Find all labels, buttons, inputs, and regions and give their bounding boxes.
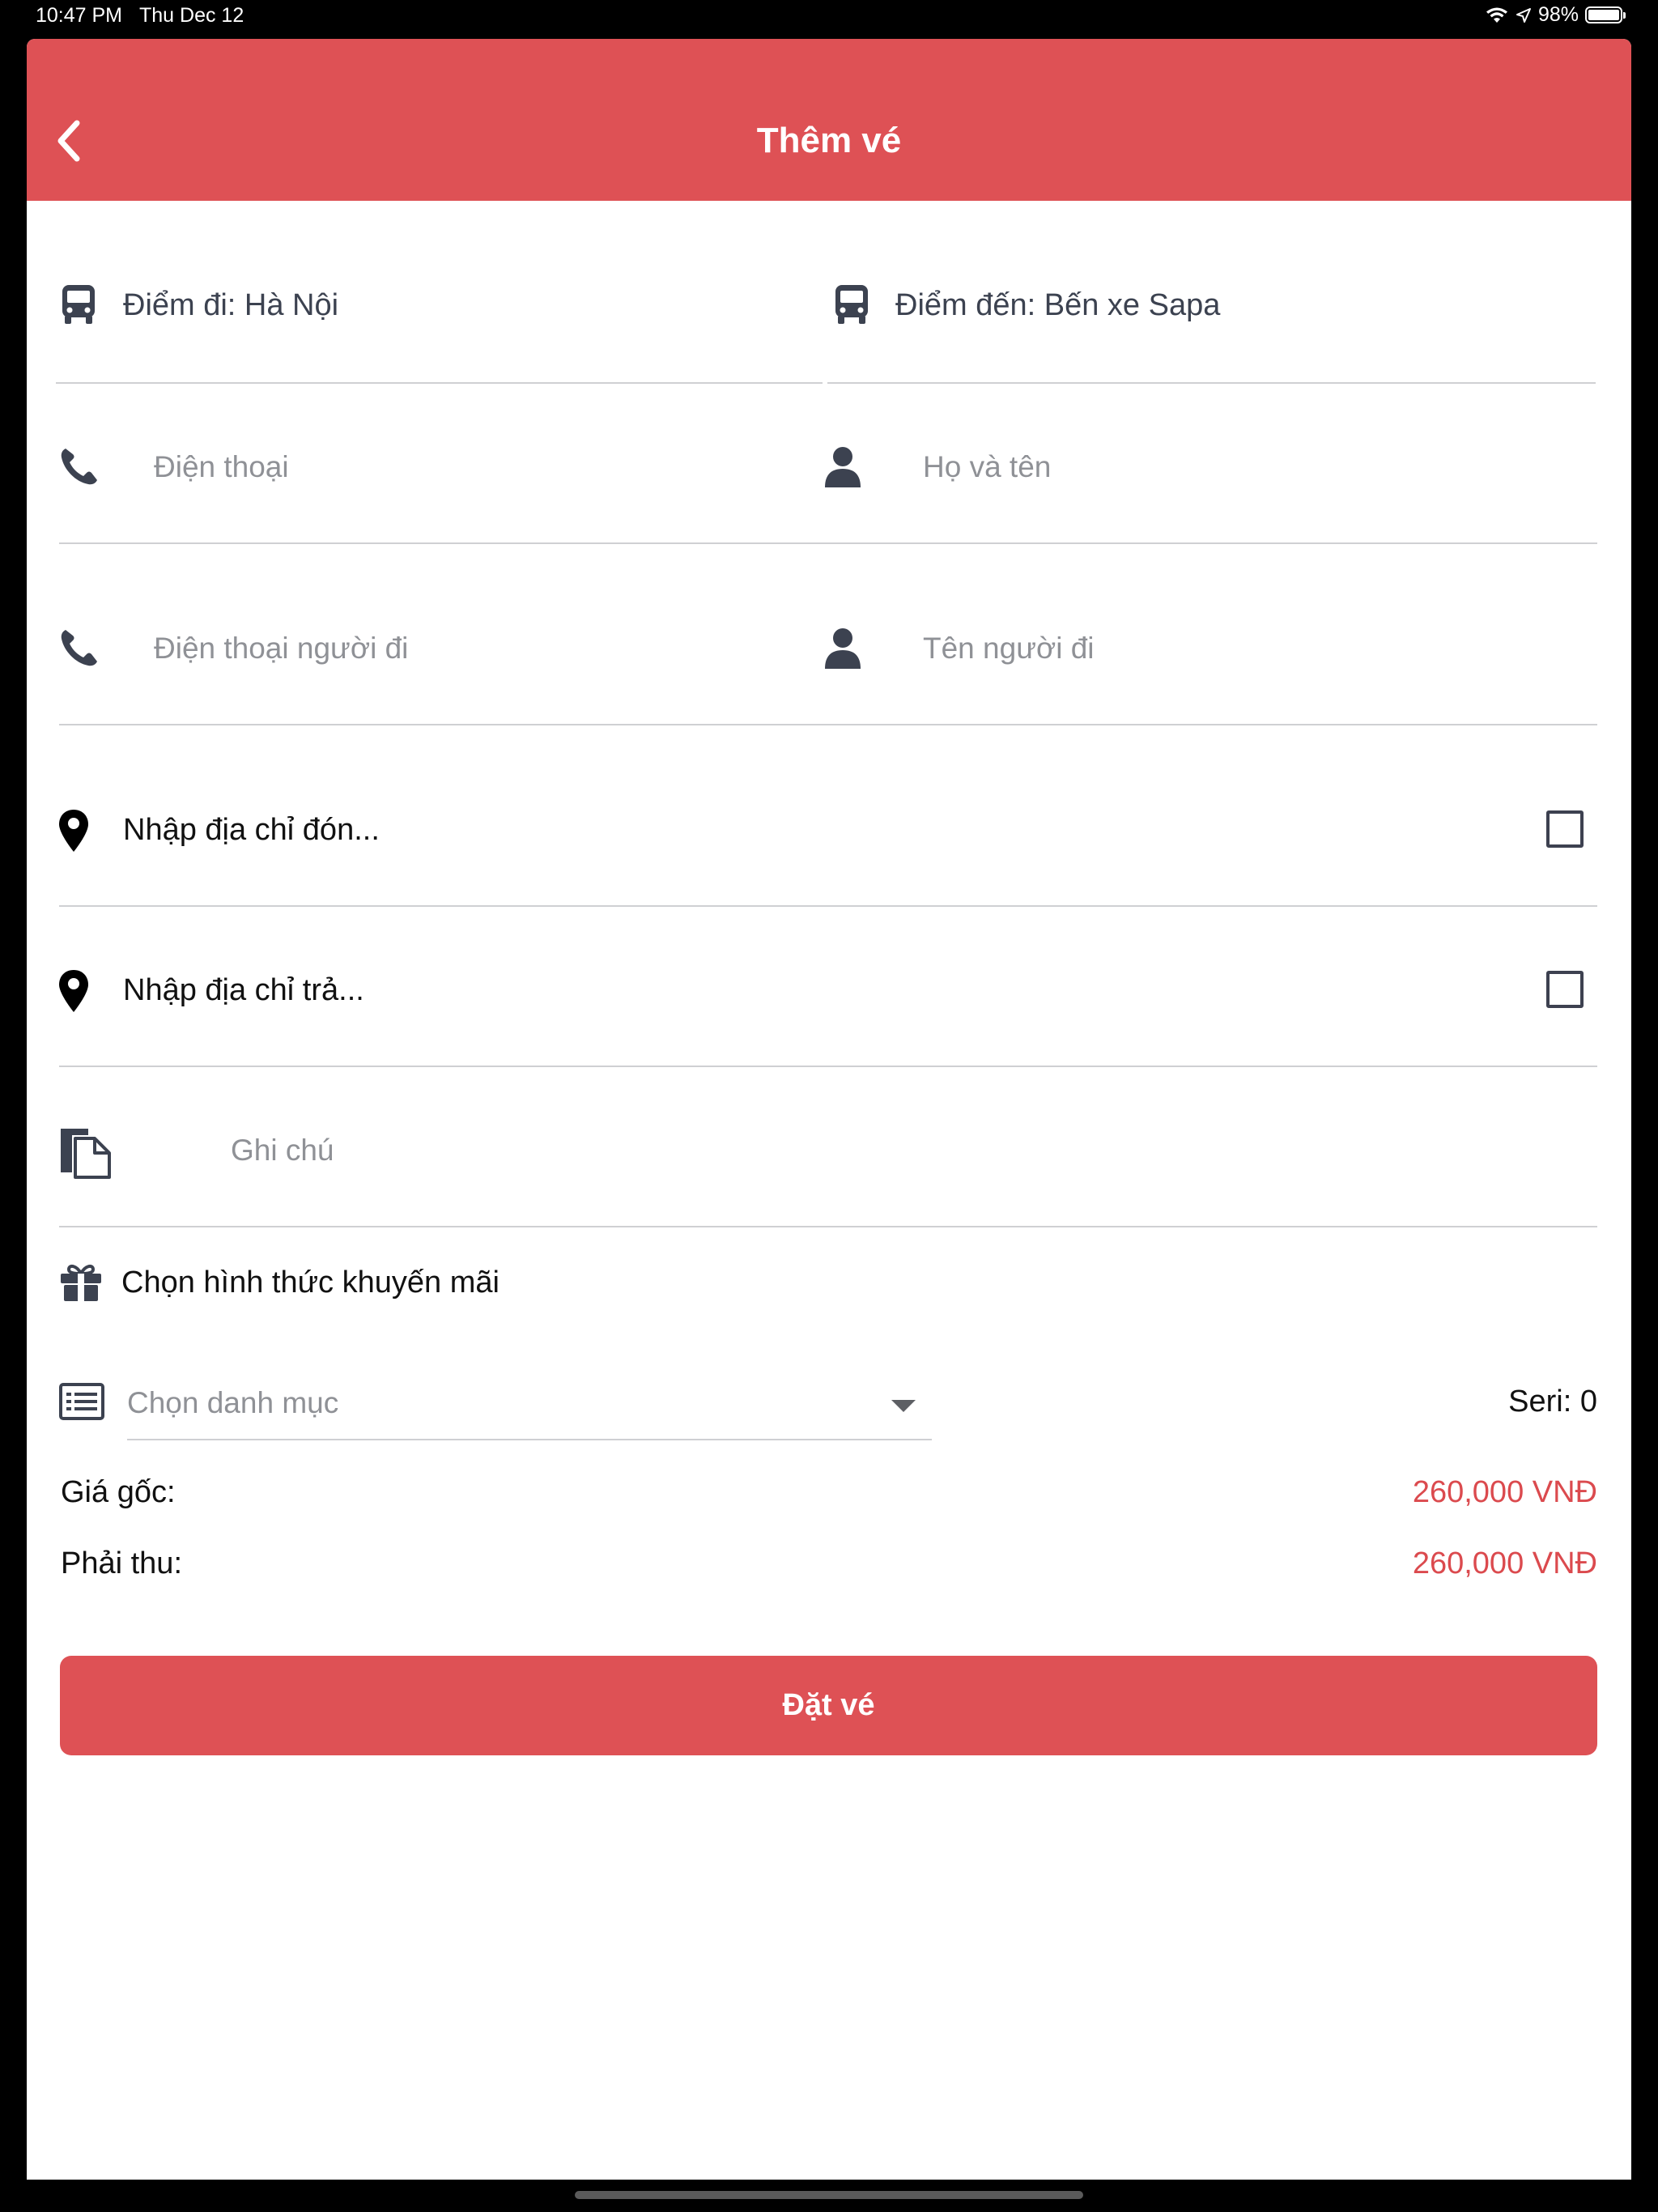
app-screen: Thêm vé Điểm đi: Hà Nội Điểm đến: Bến xe…	[27, 39, 1631, 2180]
bus-icon	[62, 285, 95, 324]
departure-point[interactable]: Điểm đi: Hà Nội	[123, 288, 338, 323]
amount-due-label: Phải thu:	[61, 1546, 182, 1580]
note-icon	[61, 1129, 111, 1179]
amount-due-value: 260,000 VNĐ	[1412, 1546, 1597, 1580]
status-right: 98%	[1485, 3, 1626, 27]
page-title: Thêm vé	[756, 121, 902, 160]
phone-icon	[61, 630, 97, 666]
original-price-value: 260,000 VNĐ	[1412, 1475, 1597, 1509]
divider	[59, 542, 1597, 544]
dropoff-address-input[interactable]: Nhập địa chỉ trả...	[123, 973, 364, 1008]
book-ticket-button[interactable]: Đặt vé	[60, 1656, 1597, 1755]
wifi-icon	[1486, 7, 1507, 23]
dropoff-checkbox[interactable]	[1546, 971, 1584, 1008]
note-input[interactable]: Ghi chú	[231, 1134, 334, 1168]
status-date: Thu Dec 12	[139, 4, 244, 27]
divider	[59, 905, 1597, 907]
chevron-down-icon[interactable]	[891, 1400, 916, 1412]
divider	[59, 1226, 1597, 1227]
phone-icon	[61, 449, 97, 485]
map-pin-icon	[59, 970, 88, 1012]
full-name-input[interactable]: Họ và tên	[923, 450, 1051, 484]
phone-input[interactable]: Điện thoại	[154, 450, 289, 484]
seri-value: Seri: 0	[1508, 1385, 1597, 1419]
user-icon	[825, 447, 861, 487]
status-bar: 10:47 PM Thu Dec 12 98%	[0, 0, 1658, 34]
status-time: 10:47 PM	[36, 4, 123, 27]
category-dropdown[interactable]: Chọn danh mục	[127, 1386, 338, 1420]
header-bar: Thêm vé	[27, 39, 1631, 201]
map-pin-icon	[59, 810, 88, 852]
battery-icon	[1585, 6, 1626, 23]
gift-icon	[61, 1264, 101, 1301]
dropdown-underline	[127, 1439, 932, 1440]
location-arrow-icon	[1516, 7, 1531, 23]
passenger-name-input[interactable]: Tên người đi	[923, 632, 1095, 666]
divider	[59, 1066, 1597, 1067]
promotion-selector[interactable]: Chọn hình thức khuyến mãi	[121, 1266, 500, 1300]
bus-icon	[835, 285, 868, 324]
pickup-checkbox[interactable]	[1546, 810, 1584, 848]
divider	[827, 382, 1596, 384]
home-indicator	[575, 2191, 1083, 2199]
divider	[59, 724, 1597, 725]
pickup-address-input[interactable]: Nhập địa chỉ đón...	[123, 813, 380, 848]
original-price-label: Giá gốc:	[61, 1475, 176, 1509]
divider	[56, 382, 823, 384]
list-icon	[59, 1383, 104, 1420]
destination-point[interactable]: Điểm đến: Bến xe Sapa	[895, 288, 1220, 323]
passenger-phone-input[interactable]: Điện thoại người đi	[154, 632, 408, 666]
battery-percent: 98%	[1537, 3, 1579, 26]
user-icon	[825, 628, 861, 669]
